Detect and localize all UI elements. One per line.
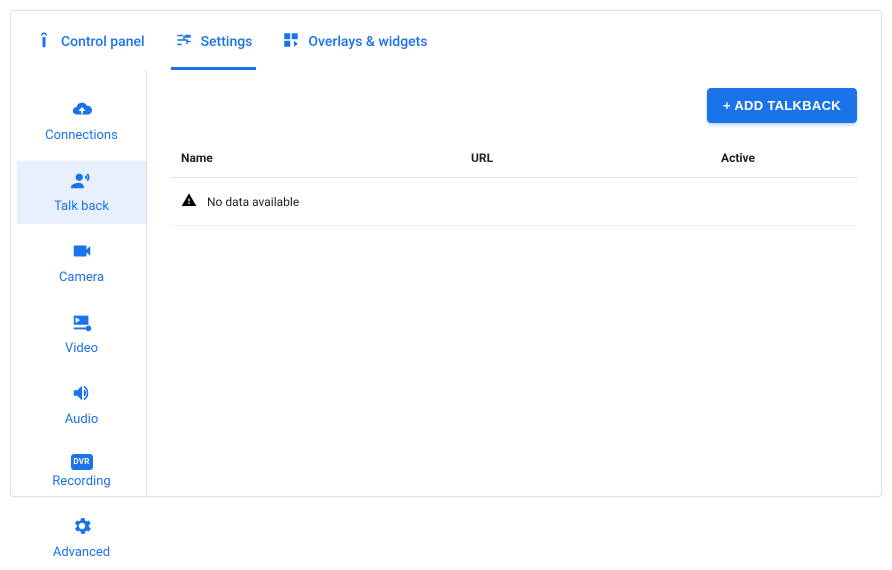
sidebar-item-label: Talk back [54,199,109,214]
tab-settings[interactable]: Settings [171,25,257,70]
tab-label: Overlays & widgets [308,34,427,50]
tab-control-panel[interactable]: Control panel [31,25,149,70]
sidebar-item-video[interactable]: Video [17,303,146,366]
dvr-icon: DVR [71,453,93,470]
sidebar-item-camera[interactable]: Camera [17,232,146,295]
empty-message: No data available [207,195,299,209]
sidebar-item-label: Advanced [53,545,110,560]
sidebar-item-label: Audio [65,412,98,427]
sidebar-item-audio[interactable]: Audio [17,374,146,437]
voice-icon [71,169,93,195]
top-tabs: Control panel Settings Overlays & widget… [11,11,881,70]
gear-icon [71,515,93,541]
tab-label: Control panel [61,34,145,50]
speaker-icon [71,382,93,408]
sidebar-item-connections[interactable]: Connections [17,90,146,153]
remote-icon [35,31,53,53]
sidebar-item-label: Camera [59,270,104,285]
camera-icon [71,240,93,266]
tab-label: Settings [201,34,253,50]
app-card: Control panel Settings Overlays & widget… [10,10,882,497]
sidebar-item-label: Recording [52,474,110,489]
column-header-url[interactable]: URL [471,151,721,165]
widgets-icon [282,31,300,53]
sidebar-item-recording[interactable]: DVR Recording [17,445,146,499]
table-empty-row: No data available [171,178,857,226]
sidebar-item-label: Video [65,341,98,356]
content-toolbar: + ADD TALKBACK [171,88,857,123]
table-header: Name URL Active [171,145,857,178]
video-settings-icon [71,311,93,337]
main-area: Connections Talk back Camera Video [11,70,881,496]
sidebar-item-talkback[interactable]: Talk back [17,161,146,224]
settings-sidebar: Connections Talk back Camera Video [17,70,147,496]
sliders-icon [175,31,193,53]
sidebar-item-advanced[interactable]: Advanced [17,507,146,570]
content-pane: + ADD TALKBACK Name URL Active No data a… [147,70,881,496]
tab-overlays[interactable]: Overlays & widgets [278,25,431,70]
add-talkback-button[interactable]: + ADD TALKBACK [707,88,857,123]
warning-icon [181,192,197,211]
sidebar-item-label: Connections [45,128,118,143]
cloud-upload-icon [71,98,93,124]
column-header-active[interactable]: Active [721,151,847,165]
column-header-name[interactable]: Name [181,151,471,165]
